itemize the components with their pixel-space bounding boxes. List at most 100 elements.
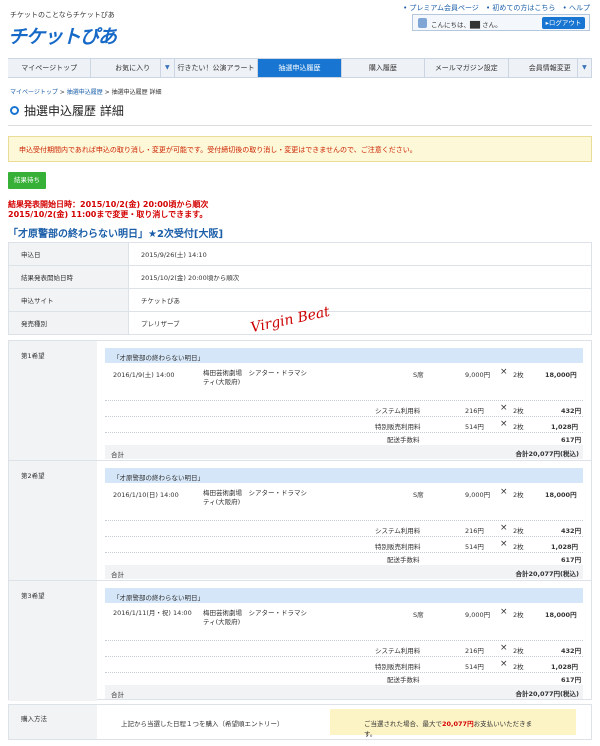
fee-label: システム利用料: [375, 647, 421, 655]
user-icon: [418, 18, 427, 28]
seat-type: S席: [413, 611, 424, 619]
breadcrumb-current: 抽選申込履歴 詳細: [111, 89, 162, 96]
nav-favorites[interactable]: お気に入り ▼: [91, 59, 175, 77]
total-label: 合計: [111, 451, 124, 459]
nav-alert[interactable]: 行きたい！公演アラート: [175, 59, 259, 77]
nav-account-settings[interactable]: 会員情報変更 ▼: [509, 59, 592, 77]
times-symbol: ×: [500, 403, 508, 413]
fee-amount: 617円: [561, 556, 582, 564]
status-button[interactable]: 結果待ち: [8, 172, 46, 189]
amount: 18,000円: [545, 611, 577, 619]
purchase-method-row: 購入方法 上記から当選した日程１つを購入（希望順エントリー） ご当選された場合、…: [8, 704, 592, 740]
seat-type: S席: [413, 491, 424, 499]
breadcrumb-mypage[interactable]: マイページトップ: [10, 89, 58, 96]
info-label: 申込日: [8, 242, 129, 266]
fee-label: 配送手数料: [387, 556, 420, 564]
choice-title: 「才原警部の終わらない明日」: [105, 348, 583, 363]
result-announcement: 結果発表開始日時：2015/10/2(金) 20:00頃から順次 2015/10…: [8, 200, 208, 220]
page-title: 抽選申込履歴 詳細: [10, 102, 124, 119]
total-label: 合計: [111, 691, 124, 699]
premium-link[interactable]: • プレミアム会員ページ: [403, 4, 479, 12]
fee-amount: 617円: [561, 676, 582, 684]
nav-mail-settings[interactable]: メールマガジン設定: [425, 59, 509, 77]
fee-row: システム利用料 216円 × 2枚 432円: [105, 641, 583, 657]
breadcrumb: マイページトップ > 抽選申込履歴 > 抽選申込履歴 詳細: [10, 89, 162, 96]
main-nav: マイページトップ お気に入り ▼ 行きたい！公演アラート 抽選申込履歴 購入履歴 …: [8, 58, 592, 78]
choice-label: 第1希望: [9, 341, 97, 460]
nav-label: 会員情報変更: [528, 64, 571, 72]
fee-label: システム利用料: [375, 527, 421, 535]
page-title-text: 抽選申込履歴 詳細: [24, 104, 124, 118]
times-symbol: ×: [500, 523, 508, 533]
info-value: プレリザーブ: [128, 311, 592, 335]
note-prefix: ご当選された場合、最大で: [364, 720, 442, 728]
times-symbol: ×: [500, 367, 508, 377]
purchase-label: 購入方法: [9, 705, 97, 739]
fee-label: 配送手数料: [387, 436, 420, 444]
fee-amount: 432円: [561, 647, 582, 655]
amount: 18,000円: [545, 491, 577, 499]
nav-purchase-history[interactable]: 購入履歴: [342, 59, 426, 77]
info-label: 発売種別: [8, 311, 129, 335]
choice-body: 「才原警部の終わらない明日」 2016/1/11(月・祝) 14:00 梅田芸術…: [105, 588, 583, 699]
choice-body: 「才原警部の終わらない明日」 2016/1/9(土) 14:00 梅田芸術劇場 …: [105, 348, 583, 459]
fee-row: 配送手数料 617円: [105, 670, 583, 686]
chevron-down-icon[interactable]: ▼: [576, 59, 591, 77]
event-title[interactable]: 「才原警部の終わらない明日」★2次受付[大阪]: [8, 225, 223, 240]
user-box: こんにちは、██ さん。 ▸ログアウト: [412, 14, 590, 31]
result-line: 2015/10/2(金) 11:00まで変更・取り消しできます。: [8, 210, 208, 219]
result-line: 結果発表開始日時：2015/10/2(金) 20:00頃から順次: [8, 200, 209, 209]
info-label: 結果発表開始日時: [8, 265, 129, 289]
fee-qty: 2枚: [513, 527, 524, 535]
breadcrumb-history[interactable]: 抽選申込履歴: [67, 89, 103, 96]
info-value: 2015/9/26(土) 14:10: [128, 242, 592, 266]
fee-unit: 216円: [465, 407, 484, 415]
times-symbol: ×: [500, 607, 508, 617]
choice-total: 合計 合計20,077円(税込): [105, 565, 583, 579]
ticket-row: 2016/1/9(土) 14:00 梅田芸術劇場 シアター・ドラマシティ(大阪府…: [105, 365, 583, 401]
site-logo[interactable]: チケットぴあ: [8, 22, 117, 49]
notice-box: 申込受付期間内であれば申込の取り消し・変更が可能です。受付締切後の取り消し・変更…: [8, 136, 592, 162]
info-label: 申込サイト: [8, 288, 129, 312]
help-link[interactable]: • ヘルプ: [563, 4, 590, 12]
unit-price: 9,000円: [465, 371, 491, 379]
fee-amount: 432円: [561, 407, 582, 415]
nav-label: お気に入り: [115, 64, 151, 72]
site-tagline: チケットのことならチケットぴあ: [10, 11, 115, 19]
info-value: 2015/10/2(金) 20:00頃から順次: [128, 265, 592, 289]
ticket-row: 2016/1/10(日) 14:00 梅田芸術劇場 シアター・ドラマシティ(大阪…: [105, 485, 583, 521]
unit-price: 9,000円: [465, 491, 491, 499]
fee-amount: 432円: [561, 527, 582, 535]
total-label: 合計: [111, 571, 124, 579]
choice-venue: 梅田芸術劇場 シアター・ドラマシティ(大阪府): [203, 369, 307, 386]
choice-label: 第3希望: [9, 581, 97, 701]
fee-row: システム利用料 216円 × 2枚 432円: [105, 521, 583, 537]
header-links: • プレミアム会員ページ • 初めての方はこちら • ヘルプ: [398, 3, 590, 13]
choices-table: 第1希望 「才原警部の終わらない明日」 2016/1/9(土) 14:00 梅田…: [8, 340, 592, 701]
nav-mypage-top[interactable]: マイページトップ: [8, 59, 92, 77]
fee-label: システム利用料: [375, 407, 421, 415]
choice-date: 2016/1/9(土) 14:00: [113, 371, 175, 379]
times-symbol: ×: [500, 659, 508, 669]
amount: 18,000円: [545, 371, 577, 379]
choice-row-2: 第2希望 「才原警部の終わらない明日」 2016/1/10(日) 14:00 梅…: [9, 461, 591, 581]
fee-row: 配送手数料 617円: [105, 430, 583, 446]
seat-type: S席: [413, 371, 424, 379]
fee-qty: 2枚: [513, 407, 524, 415]
total-value: 合計20,077円(税込): [515, 690, 579, 698]
unit-price: 9,000円: [465, 611, 491, 619]
chevron-down-icon[interactable]: ▼: [159, 59, 174, 77]
choice-row-1: 第1希望 「才原警部の終わらない明日」 2016/1/9(土) 14:00 梅田…: [9, 341, 591, 461]
beginner-link[interactable]: • 初めての方はこちら: [486, 4, 555, 12]
nav-lottery-history[interactable]: 抽選申込履歴: [258, 59, 342, 77]
choice-title: 「才原警部の終わらない明日」: [105, 468, 583, 483]
choice-venue: 梅田芸術劇場 シアター・ドラマシティ(大阪府): [203, 609, 307, 626]
purchase-method: 上記から当選した日程１つを購入（希望順エントリー）: [121, 720, 284, 728]
logout-button[interactable]: ▸ログアウト: [542, 17, 585, 29]
fee-qty: 2枚: [513, 647, 524, 655]
quantity: 2枚: [513, 491, 524, 499]
circle-icon: [10, 106, 19, 115]
choice-row-3: 第3希望 「才原警部の終わらない明日」 2016/1/11(月・祝) 14:00…: [9, 581, 591, 701]
ticket-row: 2016/1/11(月・祝) 14:00 梅田芸術劇場 シアター・ドラマシティ(…: [105, 605, 583, 641]
fee-amount: 617円: [561, 436, 582, 444]
